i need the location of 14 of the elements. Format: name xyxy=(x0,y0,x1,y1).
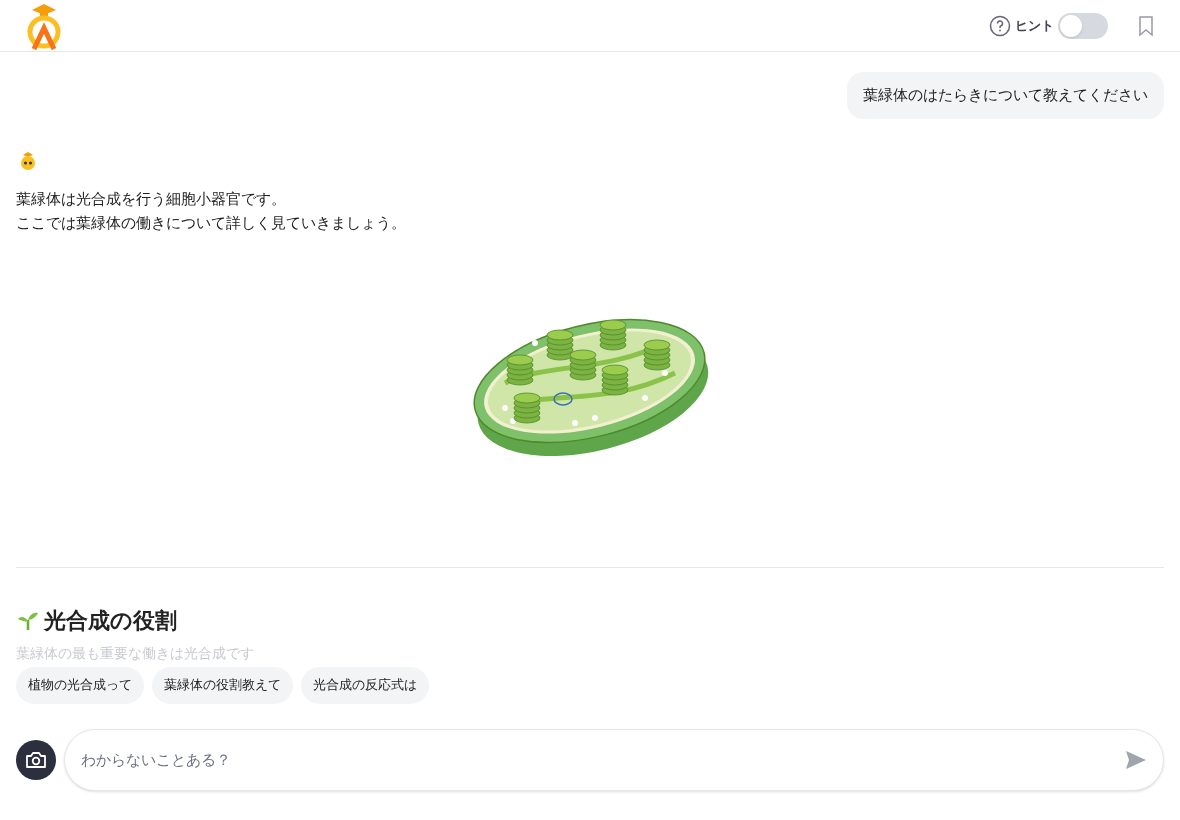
suggestion-chip[interactable]: 植物の光合成って xyxy=(16,666,144,704)
help-icon xyxy=(989,14,1011,37)
hint-toggle[interactable]: ヒント xyxy=(989,12,1108,39)
section-heading: 光合成の役割 xyxy=(44,606,177,635)
message-input[interactable]: わからないことある？ xyxy=(64,728,1164,791)
user-message: 葉緑体のはたらきについて教えてください xyxy=(847,72,1164,119)
mascot-icon xyxy=(18,150,38,171)
bookmark-icon[interactable] xyxy=(1136,14,1156,37)
answer-text: ここでは葉緑体の働きについて詳しく見ていきましょう。 xyxy=(16,212,407,233)
camera-icon xyxy=(25,749,47,770)
suggestion-chip[interactable]: 葉緑体の役割教えて xyxy=(152,666,293,704)
suggestion-chip[interactable]: 光合成の反応式は xyxy=(301,666,429,704)
answer-text: 葉緑体は光合成を行う細胞小器官です。 xyxy=(16,188,287,209)
camera-button[interactable] xyxy=(16,739,56,780)
